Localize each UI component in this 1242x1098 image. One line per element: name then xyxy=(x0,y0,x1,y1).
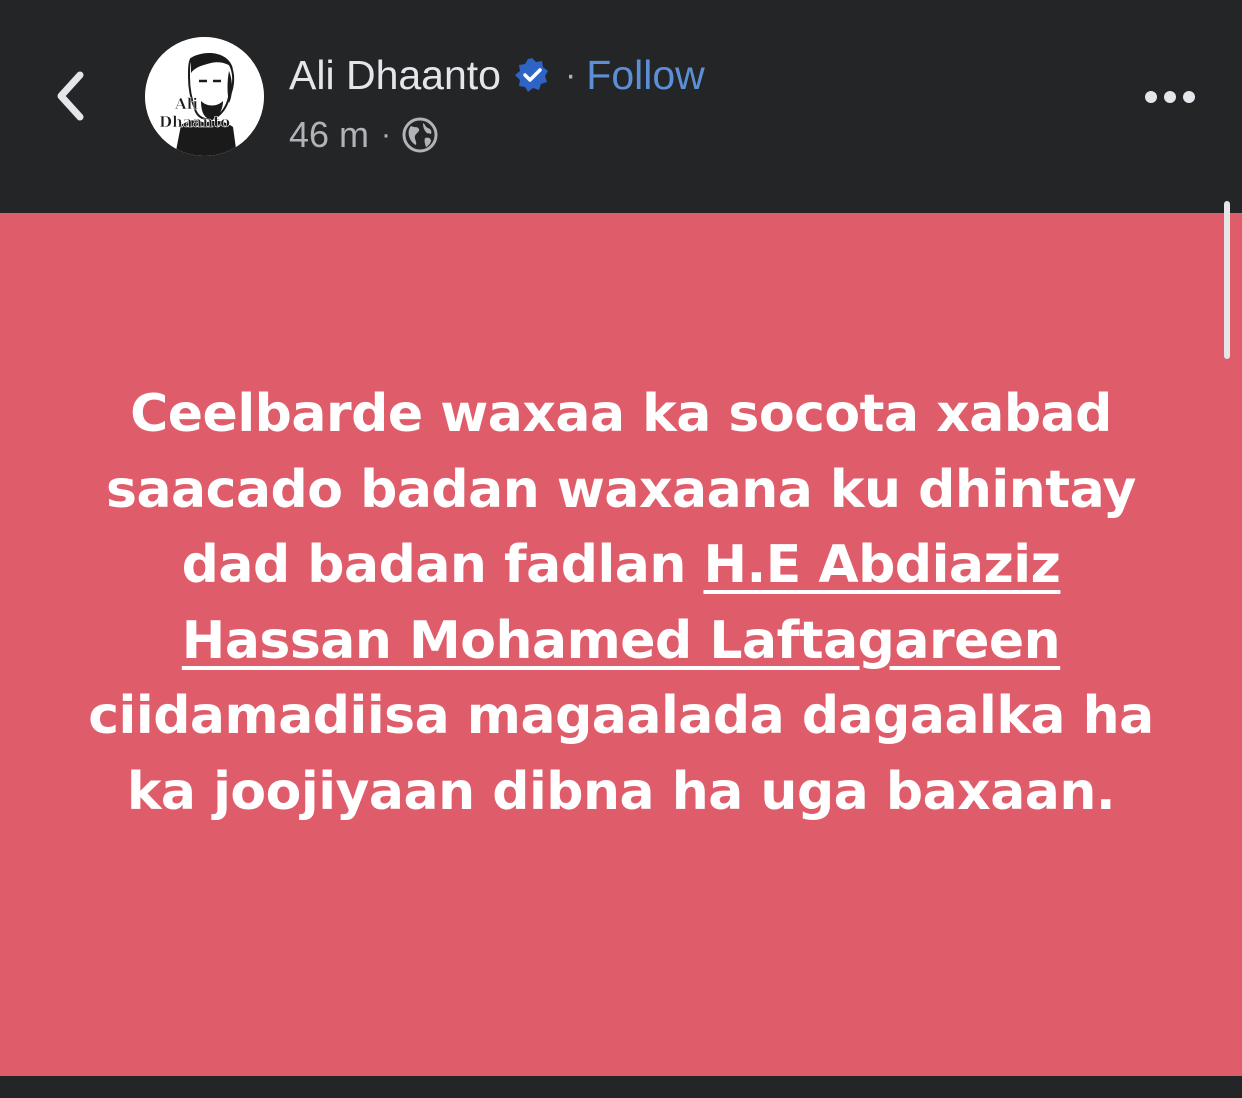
post-timestamp[interactable]: 46 m xyxy=(289,114,369,156)
avatar-logo-line2: Dhaanto xyxy=(159,113,230,131)
avatar[interactable]: Ali Dhaanto xyxy=(145,37,264,156)
globe-icon[interactable] xyxy=(401,116,439,154)
avatar-logo-line1: Ali xyxy=(174,95,198,113)
post-header: Ali Dhaanto Ali Dhaanto · Follow 46 m · xyxy=(0,0,1242,213)
post-text: Ceelbarde waxaa ka socota xabad saacado … xyxy=(80,377,1162,830)
more-options-button[interactable] xyxy=(1140,75,1200,119)
meta-separator: · xyxy=(381,118,392,151)
bottom-divider xyxy=(0,1076,1242,1098)
chevron-left-icon xyxy=(57,71,84,121)
follow-button[interactable]: Follow xyxy=(586,52,704,99)
scrollbar-thumb[interactable] xyxy=(1224,201,1230,359)
author-row: Ali Dhaanto · Follow xyxy=(289,48,705,102)
post-meta: 46 m · xyxy=(289,112,439,158)
post-text-after-mention: ciidamadiisa magaalada dagaalka ha ka jo… xyxy=(88,686,1154,822)
more-horizontal-icon xyxy=(1145,91,1195,103)
author-name[interactable]: Ali Dhaanto xyxy=(289,52,501,99)
header-separator: · xyxy=(564,55,577,94)
verified-badge-icon xyxy=(513,56,551,94)
back-button[interactable] xyxy=(40,60,100,132)
avatar-logo: Ali Dhaanto xyxy=(145,37,264,156)
post-content-card: Ceelbarde waxaa ka socota xabad saacado … xyxy=(0,213,1242,1076)
